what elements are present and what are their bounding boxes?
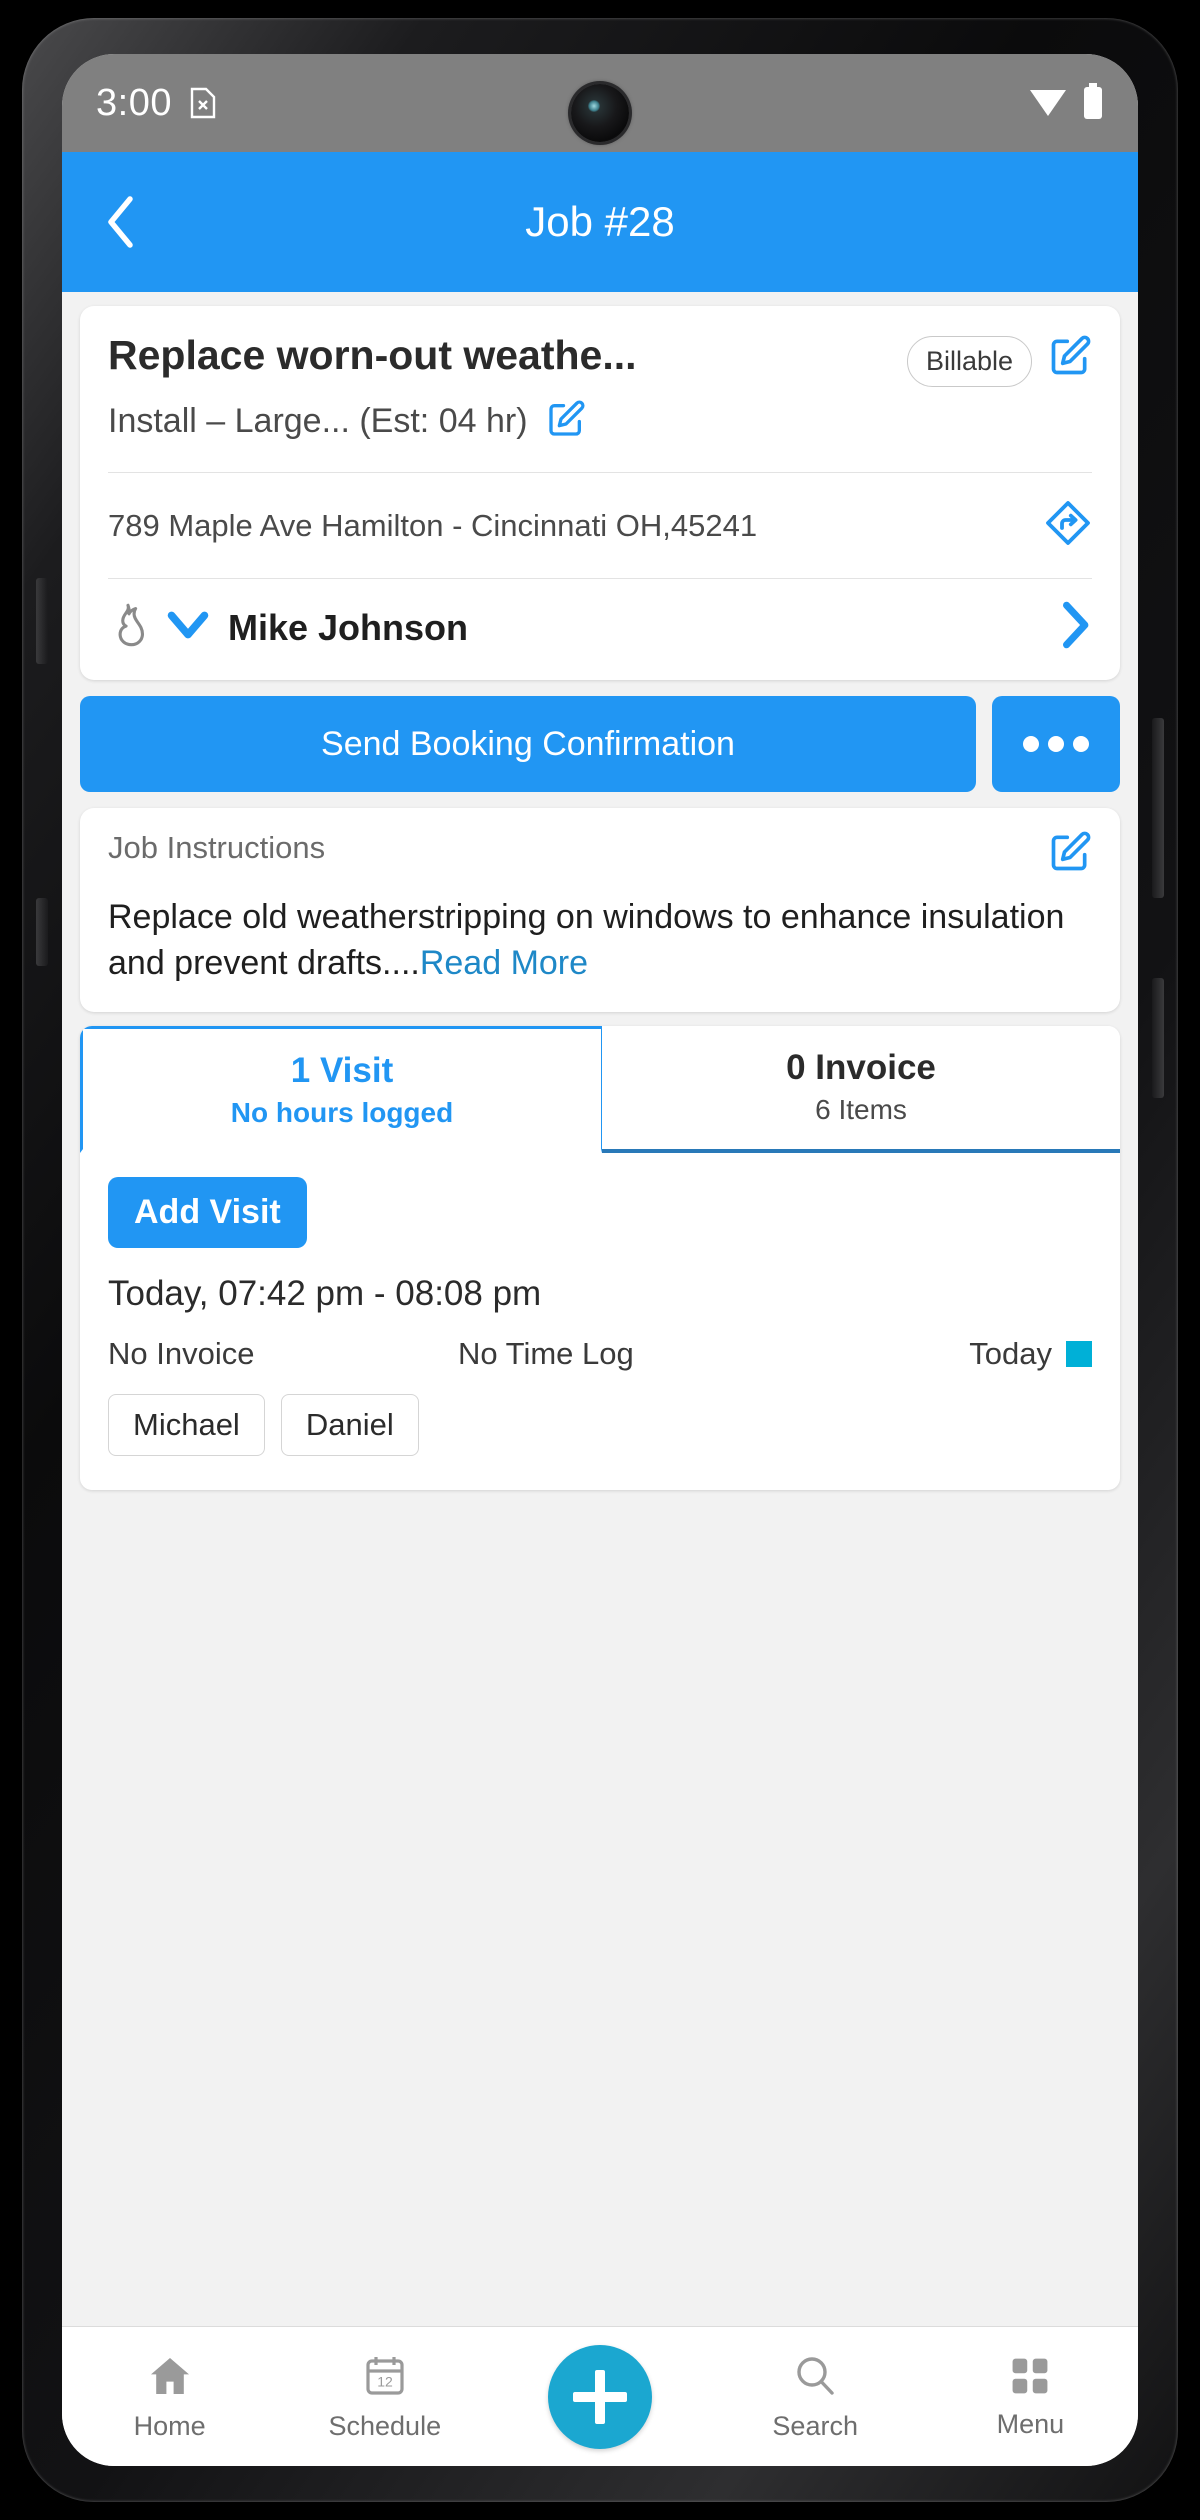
billable-badge[interactable]: Billable — [906, 336, 1032, 387]
tab-invoices-count: 0 Invoice — [786, 1048, 936, 1088]
visit-list: Add Visit Today, 07:42 pm - 08:08 pm No … — [80, 1153, 1120, 1490]
job-summary-card: Replace worn-out weathe... Billable Inst… — [80, 306, 1120, 680]
screenshot-stage: 3:00 Job #28 Replace worn-out weathe... … — [0, 0, 1200, 2520]
home-icon — [146, 2352, 194, 2405]
wifi-icon — [1028, 84, 1068, 123]
svg-text:12: 12 — [377, 2373, 393, 2389]
more-horizontal-icon — [1073, 736, 1089, 752]
tab-visits-sub: No hours logged — [230, 1097, 454, 1129]
page-title: Job #28 — [525, 198, 675, 245]
power-button[interactable] — [1152, 718, 1164, 898]
front-camera-punch-hole — [571, 84, 629, 142]
nav-label-home: Home — [133, 2410, 206, 2441]
job-customer-row[interactable]: Mike Johnson — [80, 579, 1120, 680]
app-bar: Job #28 — [62, 152, 1138, 292]
visit-invoice-status: No Invoice — [108, 1336, 255, 1372]
visit-meta-row: No Invoice No Time Log Today — [108, 1336, 1092, 1372]
job-instructions-body: Job Instructions Replace old weatherstri… — [80, 808, 1120, 1012]
tab-visits-count: 1 Visit — [290, 1051, 394, 1091]
assistant-button[interactable] — [1152, 978, 1164, 1098]
nav-item-schedule[interactable]: 12 Schedule — [277, 2352, 492, 2442]
edit-job-subtitle-icon[interactable] — [546, 399, 586, 444]
job-address-row[interactable]: 789 Maple Ave Hamilton - Cincinnati OH,4… — [80, 473, 1120, 578]
visit-day-color-swatch — [1066, 1341, 1092, 1368]
app-screen: 3:00 Job #28 Replace worn-out weathe... … — [62, 54, 1138, 2466]
nav-item-search[interactable]: Search — [708, 2352, 923, 2442]
phone-frame: 3:00 Job #28 Replace worn-out weathe... … — [22, 18, 1178, 2502]
edit-instructions-icon[interactable] — [1048, 830, 1092, 879]
read-more-link[interactable]: Read More — [420, 944, 588, 982]
nav-label-schedule: Schedule — [328, 2410, 442, 2441]
status-bar-clock: 3:00 — [96, 81, 172, 124]
visit-assignee-chips: Michael Daniel — [108, 1394, 1092, 1457]
fab-container — [492, 2344, 707, 2449]
directions-diamond-icon[interactable] — [1044, 499, 1092, 552]
volume-up-button[interactable] — [36, 578, 48, 664]
visit-timelog-status: No Time Log — [458, 1336, 634, 1372]
sim-card-x-icon — [190, 87, 216, 119]
edit-job-title-icon[interactable] — [1048, 334, 1092, 383]
tab-invoices[interactable]: 0 Invoice 6 Items — [602, 1026, 1120, 1154]
job-instructions-header: Job Instructions — [108, 830, 1092, 879]
job-instructions-label: Job Instructions — [108, 830, 326, 865]
visit-time-range: Today, 07:42 pm - 08:08 pm — [108, 1274, 542, 1314]
nav-item-menu[interactable]: Menu — [923, 2354, 1138, 2440]
job-title-row: Replace worn-out weathe... Billable — [108, 332, 1092, 387]
battery-icon — [1082, 82, 1104, 124]
more-options-button[interactable] — [992, 696, 1120, 792]
chevron-down-icon[interactable] — [166, 608, 210, 647]
more-horizontal-icon — [1048, 736, 1064, 752]
customer-name: Mike Johnson — [228, 606, 469, 648]
chevron-right-icon[interactable] — [1058, 601, 1092, 654]
nav-item-home[interactable]: Home — [62, 2352, 277, 2442]
page-content: Replace worn-out weathe... Billable Inst… — [62, 292, 1138, 2326]
plus-icon[interactable] — [548, 2344, 652, 2449]
job-instructions-text: Replace old weatherstripping on windows … — [108, 895, 1092, 986]
status-bar: 3:00 — [62, 54, 1138, 152]
job-address: 789 Maple Ave Hamilton - Cincinnati OH,4… — [108, 507, 758, 543]
tab-bar: 1 Visit No hours logged 0 Invoice 6 Item… — [80, 1026, 1120, 1154]
nav-label-menu: Menu — [996, 2408, 1065, 2439]
status-bar-right — [1028, 82, 1104, 124]
assignee-chip[interactable]: Michael — [108, 1394, 265, 1457]
tab-invoices-sub: 6 Items — [815, 1094, 907, 1126]
calendar-icon: 12 — [361, 2352, 409, 2405]
nav-label-search: Search — [772, 2410, 858, 2441]
volume-down-button[interactable] — [36, 898, 48, 966]
job-title: Replace worn-out weathe... — [108, 332, 637, 378]
phone-screen-area: 3:00 Job #28 Replace worn-out weathe... … — [62, 54, 1138, 2466]
job-card-header: Replace worn-out weathe... Billable Inst… — [80, 306, 1120, 472]
job-action-row: Send Booking Confirmation — [80, 696, 1120, 792]
assignee-chip[interactable]: Daniel — [280, 1394, 419, 1457]
visit-day-label: Today — [969, 1336, 1052, 1372]
grid-menu-icon — [1008, 2354, 1052, 2403]
visits-invoices-panel: 1 Visit No hours logged 0 Invoice 6 Item… — [80, 1026, 1120, 1491]
bottom-navigation-bar: Home 12 Schedule Search Menu — [62, 2326, 1138, 2466]
more-horizontal-icon — [1023, 736, 1039, 752]
add-visit-button[interactable]: Add Visit — [108, 1177, 307, 1249]
flame-icon — [108, 602, 148, 653]
send-booking-confirmation-button[interactable]: Send Booking Confirmation — [80, 696, 976, 792]
visit-day-indicator: Today — [969, 1336, 1092, 1372]
job-subtitle: Install – Large... (Est: 04 hr) — [108, 402, 528, 440]
status-bar-left: 3:00 — [96, 82, 216, 125]
job-subtitle-row: Install – Large... (Est: 04 hr) — [108, 399, 1092, 464]
search-icon — [791, 2352, 839, 2405]
tab-visits[interactable]: 1 Visit No hours logged — [80, 1026, 602, 1154]
job-instructions-card: Job Instructions Replace old weatherstri… — [80, 808, 1120, 1013]
